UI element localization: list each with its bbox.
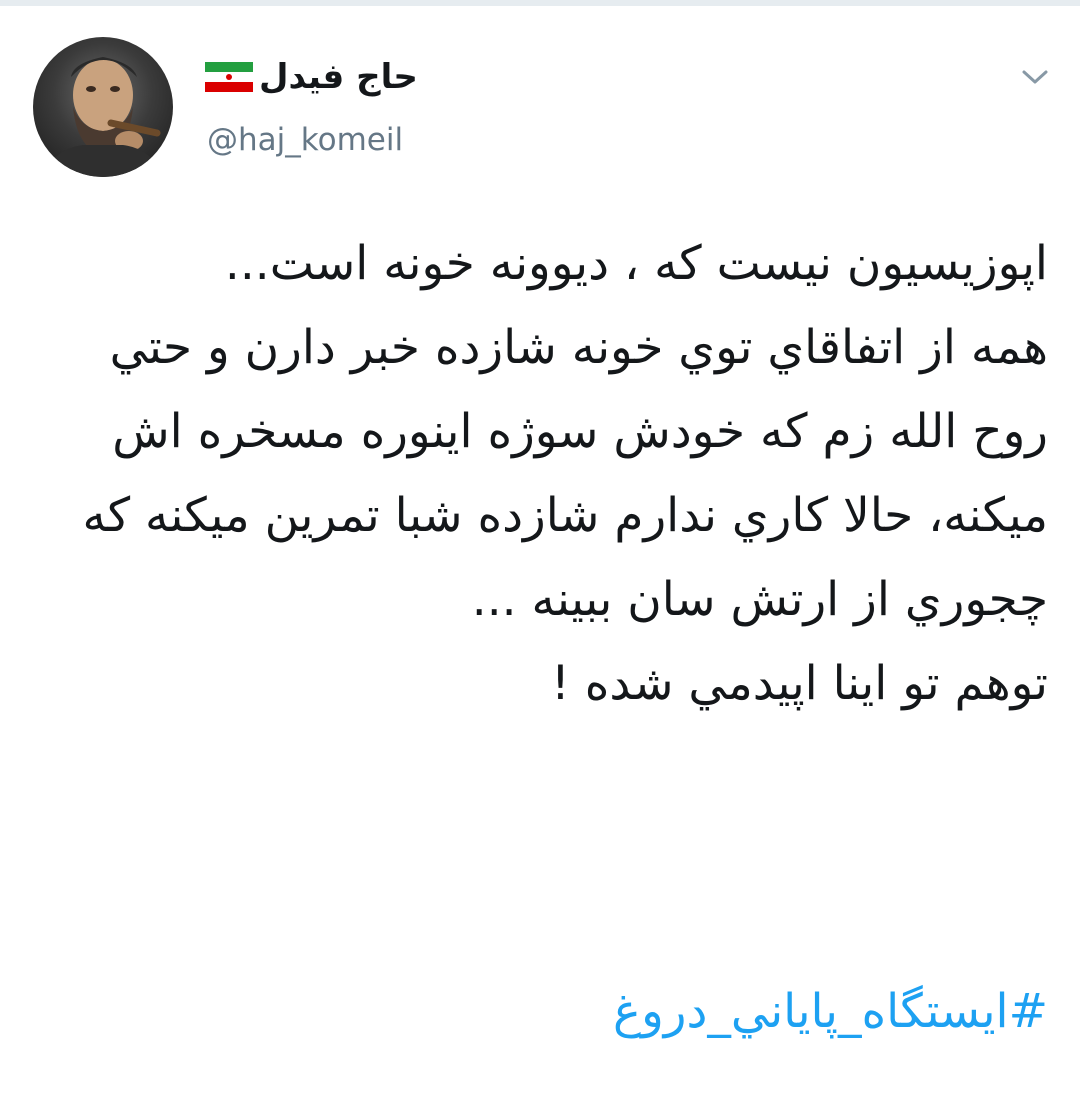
avatar-portrait-icon bbox=[43, 57, 163, 177]
avatar[interactable] bbox=[33, 37, 173, 177]
iran-flag-icon bbox=[205, 62, 253, 92]
author-name-row[interactable]: حاج فیدل bbox=[205, 52, 418, 102]
hashtag-link[interactable]: #ایستگاه_پایاني_دروغ bbox=[60, 970, 1048, 1054]
top-divider bbox=[0, 0, 1080, 6]
author-handle[interactable]: @haj_komeil bbox=[207, 120, 403, 160]
chevron-down-icon[interactable] bbox=[1018, 60, 1052, 94]
tweet-text: اپوزیسیون نیست که ، دیوونه خونه است... ه… bbox=[82, 236, 1049, 711]
author-display-name[interactable]: حاج فیدل bbox=[259, 52, 418, 102]
